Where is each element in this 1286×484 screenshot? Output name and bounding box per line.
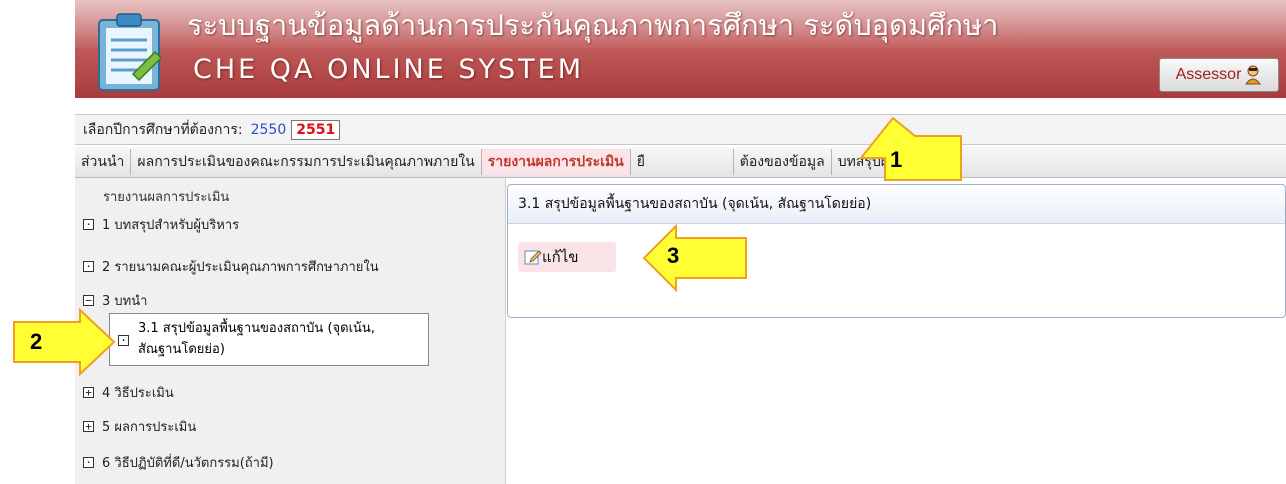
report-tree-sidebar: รายงานผลการประเมิน · 1 บทสรุปสำหรับผู้บร… xyxy=(75,178,506,484)
assessor-button[interactable]: Assessor xyxy=(1159,58,1279,92)
tree-item-assessment-results[interactable]: + 5 ผลการประเมิน xyxy=(83,416,196,437)
tree-item-label: 1 บทสรุปสำหรับผู้บริหาร xyxy=(102,218,240,233)
edit-pencil-icon xyxy=(524,250,542,265)
main-tabs: ส่วนนำ ผลการประเมินของคณะกรรมการประเมินค… xyxy=(75,147,1286,178)
leaf-node-icon: · xyxy=(83,219,94,230)
collapse-icon[interactable]: − xyxy=(83,295,94,306)
user-icon xyxy=(1245,65,1262,85)
tree-item-label: 3.1 สรุปข้อมูลพื้นฐานของสถาบัน (จุดเน้น,… xyxy=(138,321,375,357)
tab-committee-results[interactable]: ผลการประเมินของคณะกรรมการประเมินคุณภาพภา… xyxy=(131,149,482,175)
tree-title: รายงานผลการประเมิน xyxy=(103,190,230,205)
tab-confirm[interactable]: ยื xyxy=(631,149,734,175)
clipboard-logo-icon xyxy=(98,13,163,91)
system-title-thai: ระบบฐานข้อมูลด้านการประกันคุณภาพการศึกษา… xyxy=(187,8,999,42)
year-selector-label: เลือกปีการศึกษาที่ต้องการ: xyxy=(83,121,243,138)
callout-number-2: 2 xyxy=(30,329,43,354)
tree-item-assessors[interactable]: · 2 รายนามคณะผู้ประเมินคุณภาพการศึกษาภาย… xyxy=(83,256,379,277)
tree-item-institution-basic-data[interactable]: · 3.1 สรุปข้อมูลพื้นฐานของสถาบัน (จุดเน้… xyxy=(109,313,429,366)
tree-item-label: 4 วิธีประเมิน xyxy=(102,386,174,401)
content-panel: 3.1 สรุปข้อมูลพื้นฐานของสถาบัน (จุดเน้น,… xyxy=(507,184,1286,318)
tree-item-label: 5 ผลการประเมิน xyxy=(102,420,197,435)
tree-item-best-practices[interactable]: · 6 วิธีปฏิบัติที่ดี/นวัตกรรม(ถ้ามี) xyxy=(83,452,274,473)
callout-number-1: 1 xyxy=(890,147,903,172)
expand-icon[interactable]: + xyxy=(83,421,94,432)
tab-introduction[interactable]: ส่วนนำ xyxy=(75,149,132,175)
expand-icon[interactable]: + xyxy=(83,387,94,398)
year-selector-bar: เลือกปีการศึกษาที่ต้องการ: 2550 2551 xyxy=(75,114,1286,145)
assessor-label: Assessor xyxy=(1175,66,1242,83)
edit-button-label: แก้ไข xyxy=(542,248,579,266)
leaf-node-icon: · xyxy=(83,261,94,272)
panel-title: 3.1 สรุปข้อมูลพื้นฐานของสถาบัน (จุดเน้น,… xyxy=(508,185,1285,224)
year-option-2551[interactable]: 2551 xyxy=(291,119,341,140)
tab-assessment-report[interactable]: รายงานผลการประเมิน xyxy=(481,149,631,175)
callout-arrow-1 xyxy=(858,116,962,181)
callout-arrow-3 xyxy=(642,223,747,293)
header-banner: ระบบฐานข้อมูลด้านการประกันคุณภาพการศึกษา… xyxy=(75,0,1286,98)
tree-item-label: 2 รายนามคณะผู้ประเมินคุณภาพการศึกษาภายใน xyxy=(102,260,379,275)
tree-item-label: 6 วิธีปฏิบัติที่ดี/นวัตกรรม(ถ้ามี) xyxy=(102,456,274,471)
tree-item-assessment-method[interactable]: + 4 วิธีประเมิน xyxy=(83,382,174,403)
year-option-2550[interactable]: 2550 xyxy=(251,122,287,138)
edit-button[interactable]: แก้ไข xyxy=(518,242,616,272)
tab-data-accuracy[interactable]: ต้องของข้อมูล xyxy=(734,149,832,175)
callout-arrow-2 xyxy=(13,307,116,377)
tree-item-executive-summary[interactable]: · 1 บทสรุปสำหรับผู้บริหาร xyxy=(83,214,239,235)
system-title-english: CHE QA ONLINE SYSTEM xyxy=(193,54,585,85)
callout-number-3: 3 xyxy=(667,243,680,268)
leaf-node-icon: · xyxy=(83,457,94,468)
